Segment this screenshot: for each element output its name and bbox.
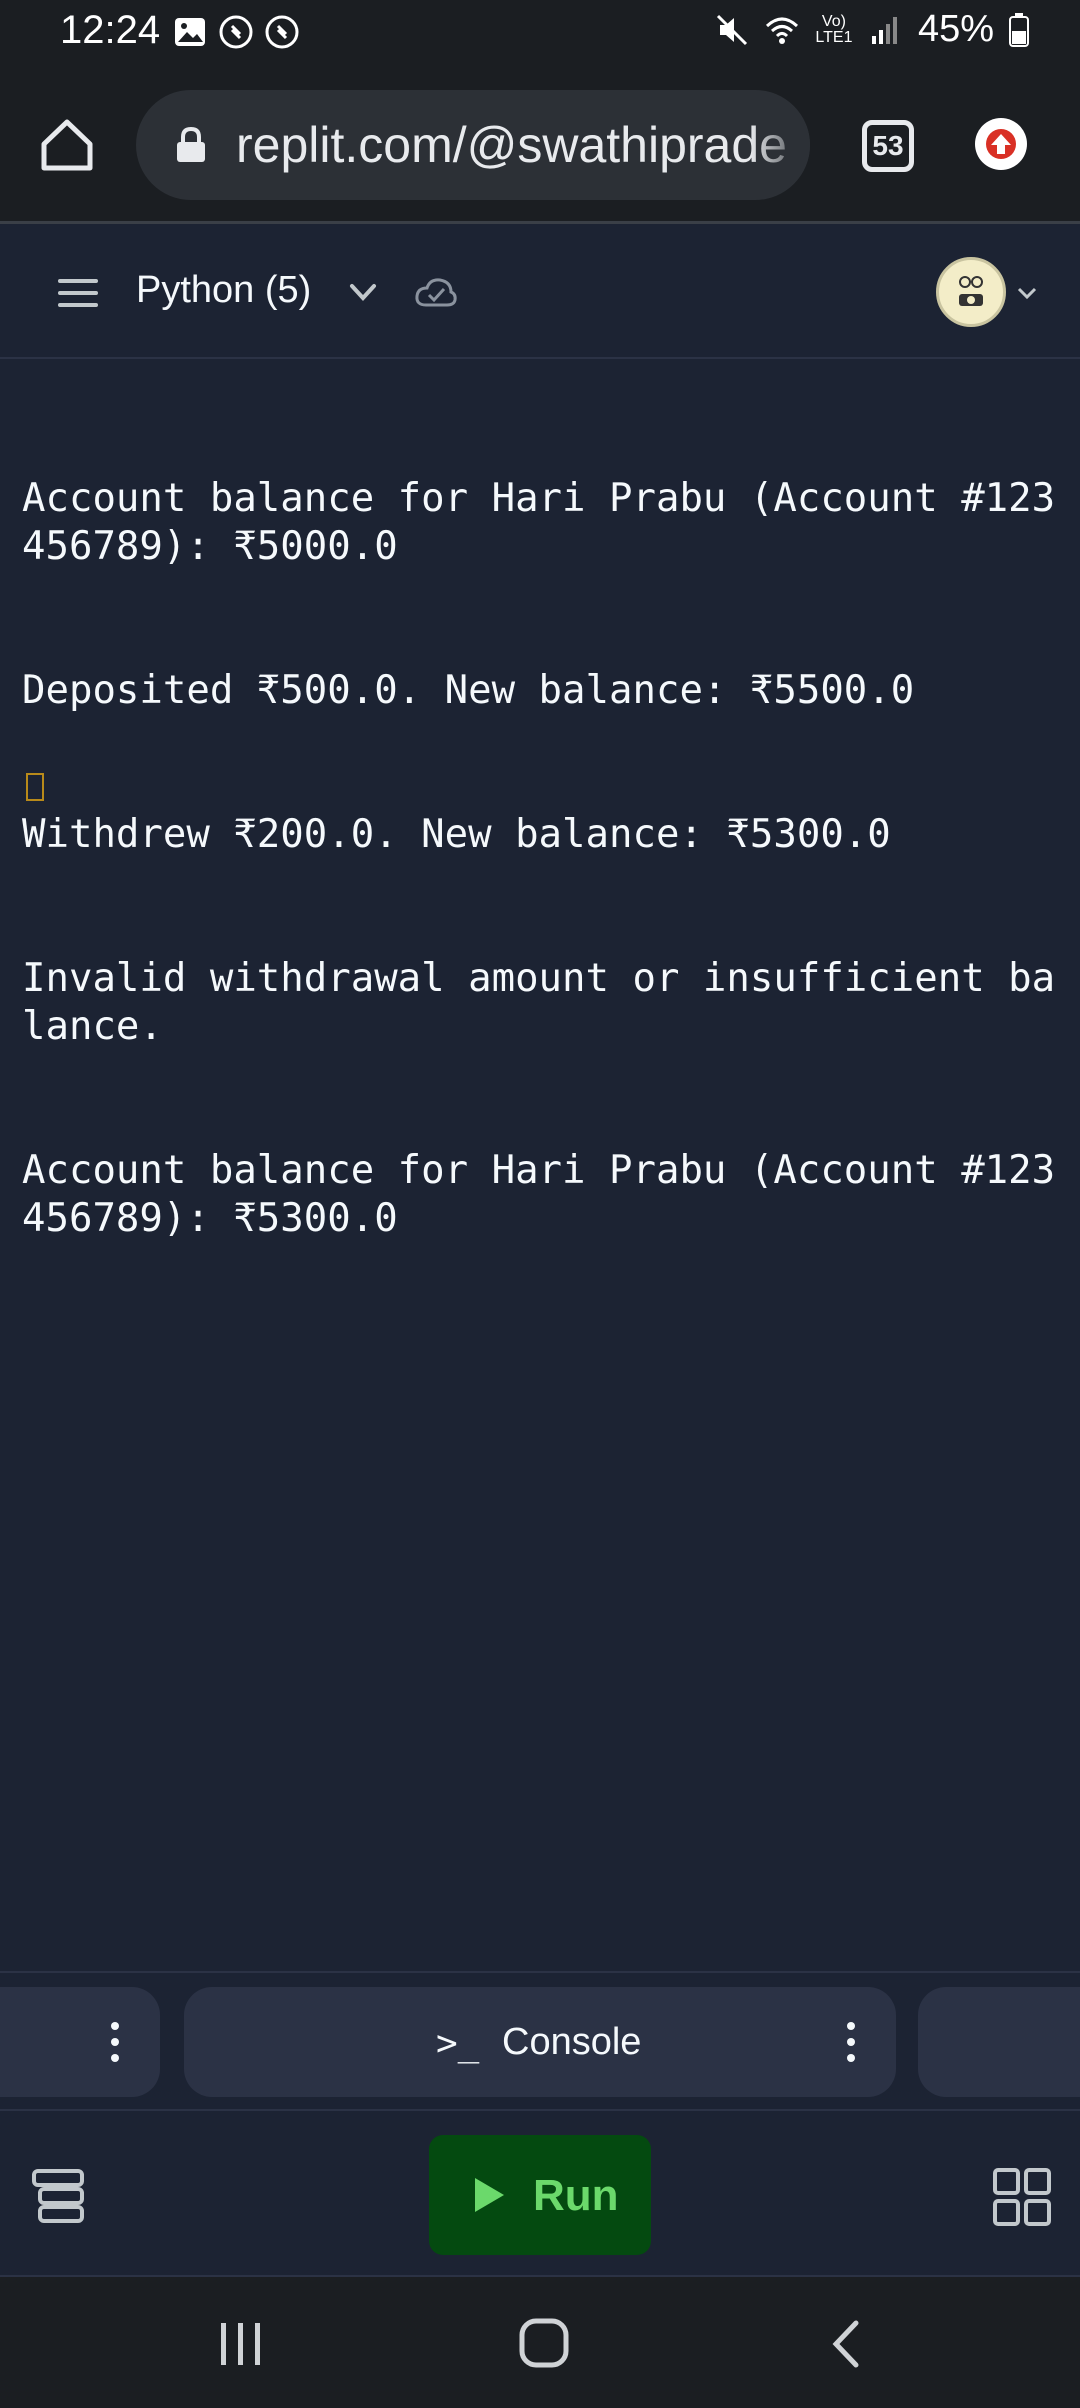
volte-label: Vo) LTE1 — [815, 12, 853, 46]
play-icon — [475, 2178, 504, 2212]
avatar-image-icon — [959, 276, 983, 306]
run-label: Run — [533, 2171, 619, 2220]
shazam-icon — [219, 15, 253, 49]
status-notification-icons — [172, 14, 300, 50]
run-button[interactable]: Run — [429, 2135, 651, 2255]
gallery-icon — [175, 18, 205, 46]
home-icon[interactable] — [38, 116, 96, 174]
tools-grid-icon[interactable] — [992, 2167, 1052, 2227]
update-button[interactable] — [975, 118, 1027, 170]
battery-icon — [1009, 12, 1029, 47]
tab-next[interactable] — [918, 1987, 1080, 2097]
hamburger-menu-icon[interactable] — [56, 273, 100, 313]
console-line: Deposited ₹500.0. New balance: ₹5500.0 — [22, 668, 915, 713]
console-line: Invalid withdrawal amount or insufficien… — [22, 956, 1056, 1049]
cloud-saved-icon — [415, 278, 457, 307]
console-line: Withdrew ₹200.0. New balance: ₹5300.0 — [22, 812, 891, 857]
wifi-icon — [765, 17, 798, 44]
console-line: Account balance for Hari Prabu (Account … — [22, 1148, 1056, 1241]
console-cursor[interactable] — [26, 773, 44, 801]
mute-icon — [716, 14, 747, 45]
more-options-icon[interactable] — [110, 2021, 120, 2063]
chevron-down-icon[interactable] — [348, 277, 378, 307]
system-nav-bar — [0, 2275, 1080, 2408]
tab-console[interactable]: >_ Console — [184, 1987, 896, 2097]
workspace-header: Python (5) — [0, 227, 1080, 359]
console-panel[interactable]: Account balance for Hari Prabu (Account … — [0, 361, 1080, 1971]
address-bar[interactable]: replit.com/@swathiprade — [136, 90, 810, 200]
status-time: 12:24 — [60, 8, 161, 52]
url-fade — [750, 90, 810, 200]
update-arrow-icon — [986, 129, 1016, 159]
files-icon[interactable] — [30, 2167, 86, 2225]
more-options-icon[interactable] — [846, 2021, 856, 2063]
console-output: Account balance for Hari Prabu (Account … — [22, 379, 1062, 1339]
project-title[interactable]: Python (5) — [136, 269, 311, 312]
shazam-icon-2 — [265, 15, 299, 49]
avatar-chevron-icon[interactable] — [1016, 283, 1038, 303]
status-right-group: Vo) LTE1 45% — [714, 8, 1030, 51]
url-text: replit.com/@swathiprade — [236, 117, 787, 173]
tab-console-label: Console — [502, 2021, 642, 2063]
console-line: Account balance for Hari Prabu (Account … — [22, 476, 1056, 569]
battery-percent: 45% — [917, 8, 994, 50]
signal-icon — [871, 16, 897, 44]
pane-tab-strip: >_ Console — [0, 1971, 1080, 2109]
tab-switcher-button[interactable]: 53 — [862, 120, 914, 172]
lock-icon — [177, 126, 205, 162]
browser-toolbar: replit.com/@swathiprade 53 — [0, 66, 1080, 224]
bottom-toolbar: Run — [0, 2109, 1080, 2275]
avatar[interactable] — [936, 257, 1006, 327]
back-icon[interactable] — [828, 2319, 862, 2369]
home-nav-icon[interactable] — [518, 2317, 570, 2369]
status-bar: 12:24 Vo) LTE1 45% — [0, 0, 1080, 66]
tab-previous[interactable] — [0, 1987, 160, 2097]
recent-apps-icon[interactable] — [216, 2319, 266, 2369]
terminal-icon: >_ — [436, 2023, 480, 2064]
